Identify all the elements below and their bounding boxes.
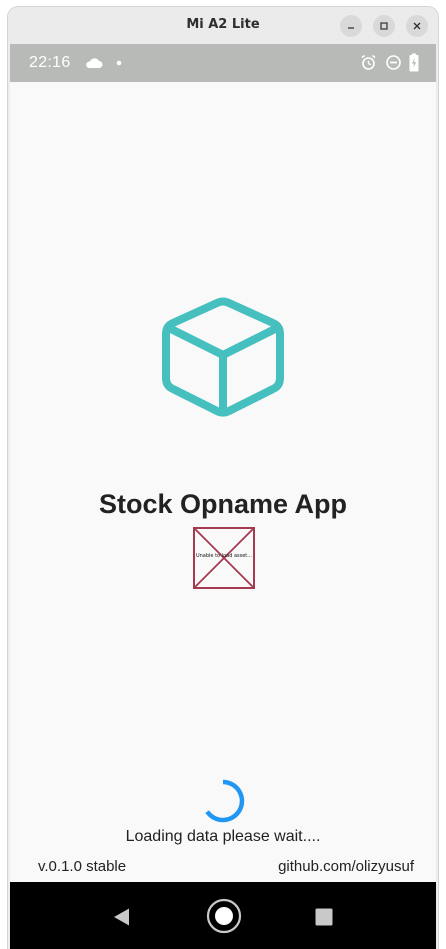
app-title: Stock Opname App bbox=[98, 489, 348, 519]
do-not-disturb-icon bbox=[386, 55, 401, 70]
version-label: v.0.1.0 stable bbox=[38, 858, 127, 875]
minimize-icon bbox=[348, 27, 354, 29]
loading-spinner-icon bbox=[205, 779, 245, 823]
cloud-icon bbox=[86, 58, 103, 68]
dot-icon bbox=[116, 60, 122, 66]
android-navigation-bar bbox=[10, 882, 436, 949]
cube-icon bbox=[162, 297, 284, 417]
broken-image-placeholder: Unable to load asset... bbox=[193, 527, 255, 589]
close-icon bbox=[413, 22, 421, 30]
close-button[interactable] bbox=[406, 15, 428, 37]
back-icon[interactable] bbox=[112, 907, 130, 927]
status-time: 22:16 bbox=[29, 54, 71, 71]
battery-charging-icon bbox=[409, 53, 419, 72]
android-status-bar: 22:16 bbox=[10, 44, 436, 82]
github-link[interactable]: github.com/olizyusuf bbox=[278, 858, 414, 875]
minimize-button[interactable] bbox=[340, 15, 362, 37]
broken-image-text: Unable to load asset... bbox=[195, 553, 253, 559]
emulator-window: Mi A2 Lite 22:16 Stock Opname App Unable… bbox=[8, 7, 438, 949]
app-screen: Stock Opname App Unable to load asset...… bbox=[10, 82, 436, 882]
home-icon[interactable] bbox=[205, 897, 243, 935]
maximize-icon bbox=[380, 22, 388, 30]
maximize-button[interactable] bbox=[373, 15, 395, 37]
window-titlebar[interactable]: Mi A2 Lite bbox=[8, 7, 438, 44]
loading-message: Loading data please wait.... bbox=[125, 828, 321, 845]
alarm-icon bbox=[361, 54, 376, 70]
recents-icon[interactable] bbox=[315, 908, 333, 926]
